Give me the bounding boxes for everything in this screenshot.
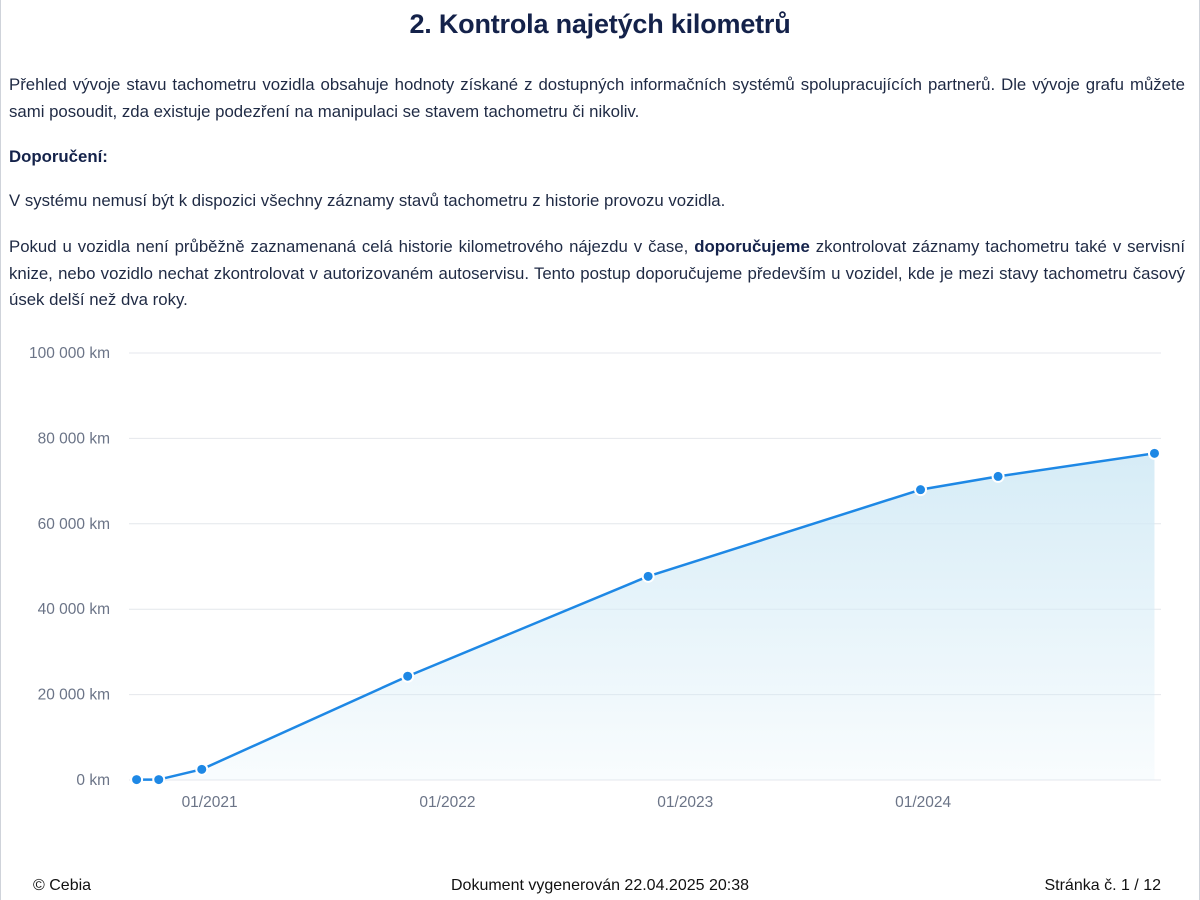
- recommendation-heading: Doporučení:: [9, 147, 108, 166]
- recommendation-paragraph: Pokud u vozidla není průběžně zaznamenan…: [9, 234, 1185, 314]
- footer-generated-date: Dokument vygenerován 22.04.2025 20:38: [451, 877, 749, 894]
- footer-page-number: Stránka č. 1 / 12: [1044, 877, 1161, 894]
- records-note-paragraph: V systému nemusí být k dispozici všechny…: [9, 191, 726, 210]
- mileage-data-point: [914, 483, 928, 497]
- y-tick-label: 60 000 km: [38, 516, 110, 533]
- recommendation-emphasis: doporučujeme: [694, 237, 810, 256]
- x-tick-label: 01/2022: [419, 794, 475, 811]
- y-tick-label: 100 000 km: [29, 345, 110, 362]
- mileage-data-point: [991, 469, 1005, 483]
- recommendation-text-start: Pokud u vozidla není průběžně zaznamenan…: [9, 237, 695, 256]
- y-tick-label: 20 000 km: [38, 687, 110, 704]
- x-tick-label: 01/2021: [182, 794, 238, 811]
- mileage-data-point: [130, 773, 144, 787]
- x-tick-label: 01/2024: [895, 794, 951, 811]
- intro-paragraph: Přehled vývoje stavu tachometru vozidla …: [9, 75, 1185, 121]
- x-tick-label: 01/2023: [657, 794, 713, 811]
- mileage-data-point: [1147, 446, 1161, 460]
- mileage-data-point: [401, 669, 415, 683]
- mileage-data-point: [195, 762, 209, 776]
- mileage-data-point: [152, 773, 166, 787]
- mileage-data-point: [641, 569, 655, 583]
- y-tick-label: 0 km: [76, 772, 110, 789]
- y-tick-label: 40 000 km: [38, 601, 110, 618]
- y-tick-label: 80 000 km: [38, 430, 110, 447]
- mileage-chart: 0 km 20 000 km 40 000 km 60 000 km 80 000 km…: [1, 330, 1200, 830]
- page-title: 2. Kontrola najetých kilometrů: [409, 9, 791, 39]
- mileage-chart-svg: 0 km 20 000 km 40 000 km 60 000 km 80 000 km…: [29, 345, 1161, 811]
